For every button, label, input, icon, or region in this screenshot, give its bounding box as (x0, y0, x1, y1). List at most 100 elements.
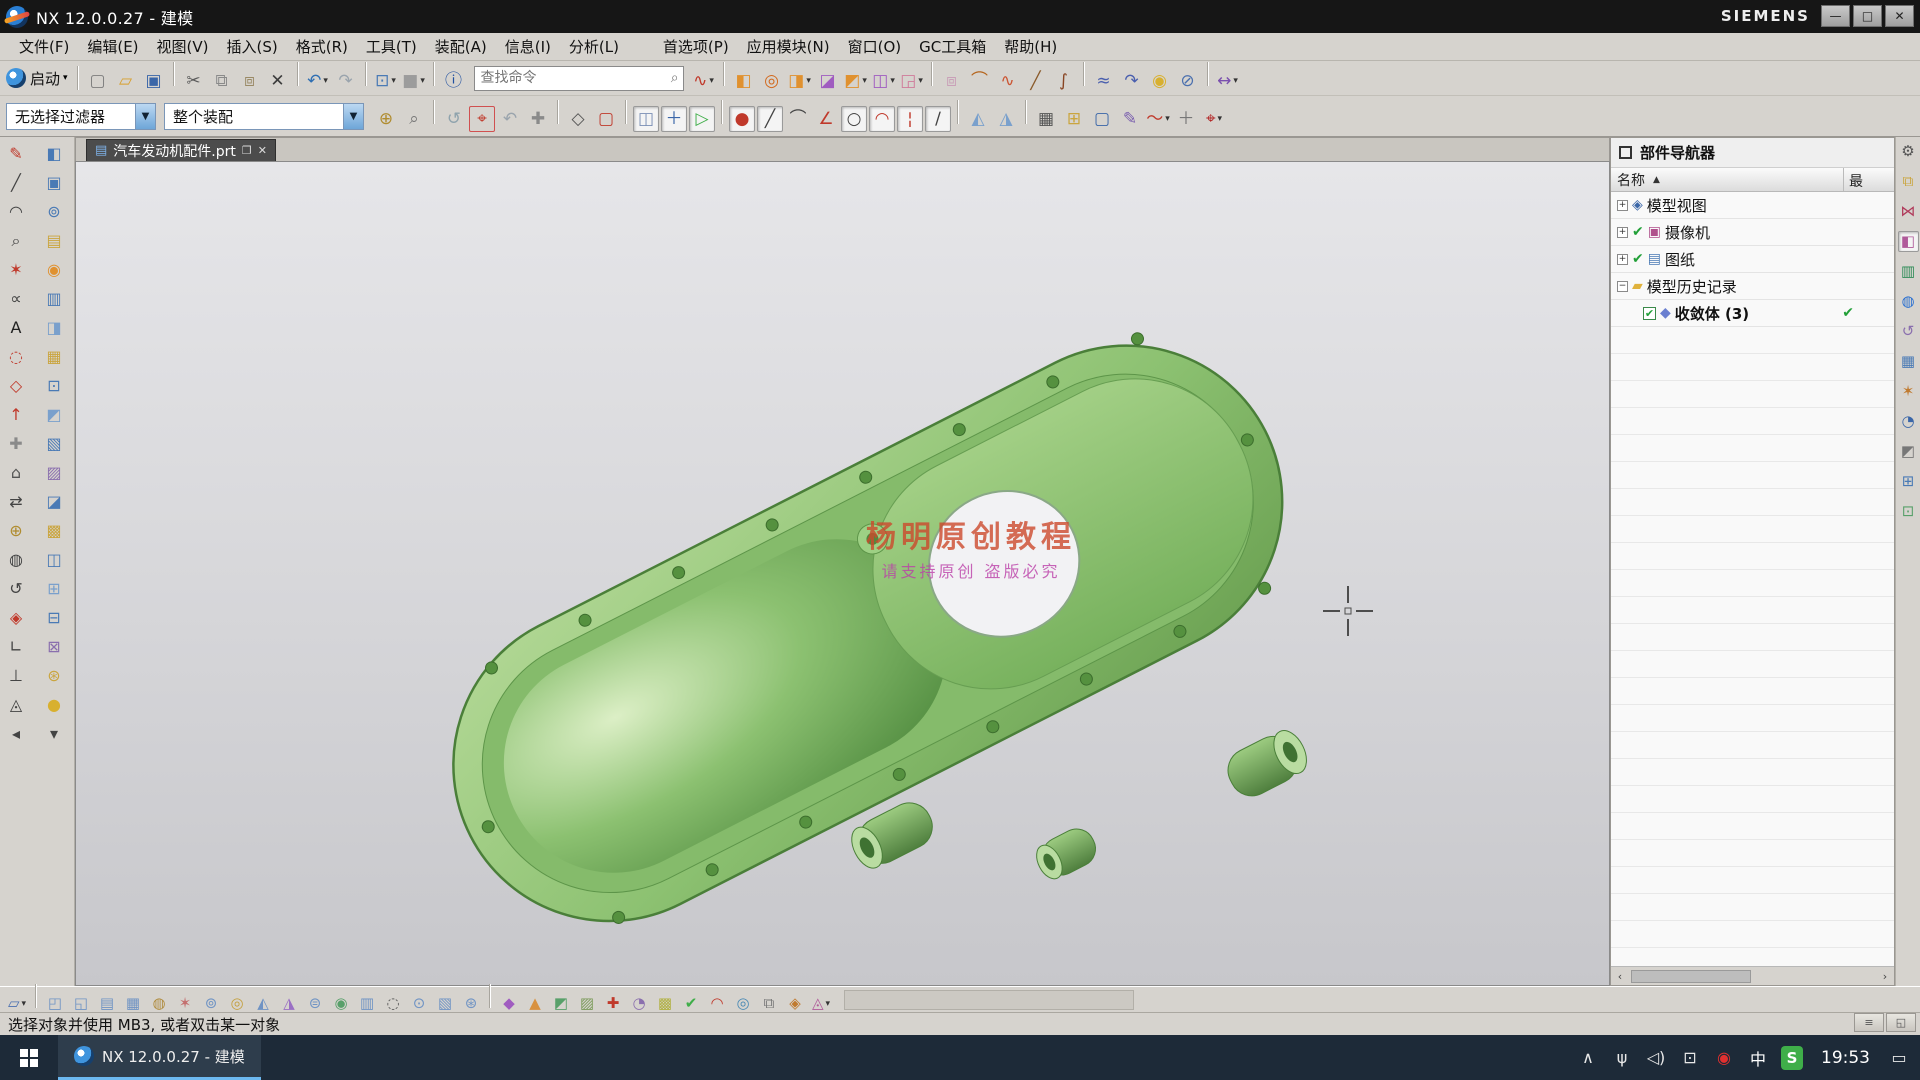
plus-tool-icon[interactable]: ＋ (1173, 106, 1199, 132)
settings-gear-icon[interactable]: ⚙ (1898, 141, 1919, 162)
command-search-box[interactable]: ⌕ (474, 66, 684, 91)
point-icon[interactable]: ● (729, 106, 755, 132)
tree-row-model-views[interactable]: +◈模型视图 (1611, 192, 1894, 219)
tree-item-label[interactable]: 模型视图 (1647, 195, 1707, 216)
sogou-input-icon[interactable]: S (1781, 1046, 1803, 1070)
point-dialog-icon[interactable]: ⌖ (469, 106, 495, 132)
art-curve-icon[interactable]: ～▾ (1145, 106, 1171, 132)
sweep-tool-icon[interactable]: ⊛ (38, 665, 70, 687)
extrude-icon[interactable]: ◨▾ (787, 68, 813, 94)
draft-tool-icon[interactable]: ▨ (38, 462, 70, 484)
history-icon[interactable]: ↺ (1898, 321, 1919, 342)
hole-tool-icon[interactable]: ⊡ (38, 375, 70, 397)
touch-mode-icon[interactable]: ⊞ (1898, 471, 1919, 492)
wireframe-display-icon[interactable]: ◇ (565, 106, 591, 132)
subtract-body-icon[interactable]: ◪ (815, 68, 841, 94)
delete-face-icon[interactable]: ⊘ (1175, 68, 1201, 94)
taskbar-clock[interactable]: 19:53 (1821, 1048, 1870, 1068)
washer-disc-icon[interactable]: ◉ (1147, 68, 1173, 94)
pan-view-icon[interactable]: ✚ (525, 106, 551, 132)
sketch-point-icon[interactable]: ¦ (897, 106, 923, 132)
offset-tool-icon[interactable]: ⊟ (38, 607, 70, 629)
perp-tool-icon[interactable]: ⊥ (4, 665, 28, 687)
close-button[interactable]: ✕ (1885, 5, 1914, 27)
shell-tool-icon[interactable]: ◩ (38, 404, 70, 426)
tree-item-label[interactable]: 收敛体 (3) (1675, 303, 1749, 324)
curve-on-face-icon[interactable]: ◮ (993, 106, 1019, 132)
join-curve-icon[interactable]: ⌒ (967, 68, 993, 94)
menu-item-tools[interactable]: 工具(T) (357, 33, 426, 60)
datum-csys-icon[interactable]: ＋ (661, 106, 687, 132)
project-curve-icon[interactable]: ╱ (1023, 68, 1049, 94)
tree-row-drawing[interactable]: +✔▤图纸 (1611, 246, 1894, 273)
column-comment[interactable]: 最 (1849, 171, 1863, 191)
chain-tool-icon[interactable]: ∝ (4, 288, 28, 310)
sweep-feature-icon[interactable]: ◧ (731, 68, 757, 94)
part-navigator-icon[interactable]: ◧ (1898, 231, 1919, 252)
volume-icon[interactable]: ◁) (1645, 1046, 1667, 1070)
taskbar-app-button[interactable]: NX 12.0.0.27 - 建模 (58, 1035, 261, 1080)
tree-row-cameras[interactable]: +✔▣摄像机 (1611, 219, 1894, 246)
bridge-curve-icon[interactable]: ∿ (995, 68, 1021, 94)
menu-item-gc-toolbox[interactable]: GC工具箱 (910, 33, 995, 60)
collapse-left-icon[interactable]: ◂ (4, 723, 28, 745)
thicken-sheet-icon[interactable]: ⧈ (939, 68, 965, 94)
cut-icon[interactable]: ✂ (181, 68, 207, 94)
display-part-icon[interactable]: ⊡▾ (373, 68, 399, 94)
rib-tool-icon[interactable]: ▧ (38, 433, 70, 455)
menu-item-insert[interactable]: 插入(S) (218, 33, 287, 60)
swap-tool-icon[interactable]: ⇄ (4, 491, 28, 513)
menu-item-file[interactable]: 文件(F) (10, 33, 78, 60)
undo-view-icon[interactable]: ↶ (497, 106, 523, 132)
diamond-tool-icon[interactable]: ◇ (4, 375, 28, 397)
selection-filter-dropdown[interactable]: 无选择过滤器 ▼ (6, 103, 156, 130)
display-window-icon[interactable]: ▢ (1089, 106, 1115, 132)
solid-block-icon[interactable]: ▣ (38, 172, 70, 194)
measure-tool-icon[interactable]: ◍ (4, 549, 28, 571)
redo-icon[interactable]: ↷ (333, 68, 359, 94)
column-divider[interactable] (1843, 168, 1844, 191)
assembly-navigator-icon[interactable]: ⧉ (1898, 171, 1919, 192)
network-display-icon[interactable]: ⊡ (1679, 1046, 1701, 1070)
internet-browser-icon[interactable]: ◍ (1898, 291, 1919, 312)
sketch-icon[interactable]: ▷ (689, 106, 715, 132)
trim-tool-icon[interactable]: ▩ (38, 520, 70, 542)
tree-expander-icon[interactable]: + (1617, 200, 1628, 211)
navigator-horizontal-scrollbar[interactable]: ‹ › (1611, 966, 1894, 985)
angle-tool-icon[interactable]: ∟ (4, 636, 28, 658)
angled-line-icon[interactable]: ∕ (925, 106, 951, 132)
tree-expander-icon[interactable]: + (1617, 254, 1628, 265)
search-input[interactable] (479, 69, 671, 87)
intersect-body-icon[interactable]: ◫▾ (871, 68, 897, 94)
scale-tool-icon[interactable]: ⊠ (38, 636, 70, 658)
scroll-right-icon[interactable]: › (1876, 968, 1894, 985)
menu-item-format[interactable]: 格式(R) (287, 33, 357, 60)
intersection-curve-icon[interactable]: ∫ (1051, 68, 1077, 94)
system-materials-icon[interactable]: ◩ (1898, 441, 1919, 462)
tray-expand-icon[interactable]: ∧ (1577, 1046, 1599, 1070)
process-studio-icon[interactable]: ▦ (1898, 351, 1919, 372)
patch-tool-icon[interactable]: ⊞ (38, 578, 70, 600)
home-tool-icon[interactable]: ⌂ (4, 462, 28, 484)
sew-tool-icon[interactable]: ◫ (38, 549, 70, 571)
menu-item-window[interactable]: 窗口(O) (839, 33, 911, 60)
tree-row-folder[interactable]: −▰模型历史记录 (1611, 273, 1894, 300)
scrollbar-thumb[interactable] (1631, 970, 1751, 983)
tree-item-label[interactable]: 摄像机 (1665, 222, 1710, 243)
sketch-pencil-icon[interactable]: ✎ (4, 143, 28, 165)
minimize-button[interactable]: — (1821, 5, 1850, 27)
add-component-icon[interactable]: ⊞ (1061, 106, 1087, 132)
tree-expander-icon[interactable]: + (1617, 227, 1628, 238)
close-tab-icon[interactable]: ✕ (258, 144, 267, 157)
rotate-tool-icon[interactable]: ↺ (4, 578, 28, 600)
menu-item-preferences[interactable]: 首选项(P) (654, 33, 738, 60)
paste-icon[interactable]: ⧈ (237, 68, 263, 94)
command-finder-icon[interactable]: ⓘ (441, 68, 467, 94)
arc-icon[interactable]: ⌒ (785, 106, 811, 132)
hook-curve-icon[interactable]: ↷ (1119, 68, 1145, 94)
tree-item-label[interactable]: 图纸 (1665, 249, 1695, 270)
save-icon[interactable]: ▣ (141, 68, 167, 94)
grid-tool-icon[interactable]: ▦ (38, 346, 70, 368)
copy-icon[interactable]: ⧉ (209, 68, 235, 94)
circle-icon[interactable]: ○ (841, 106, 867, 132)
